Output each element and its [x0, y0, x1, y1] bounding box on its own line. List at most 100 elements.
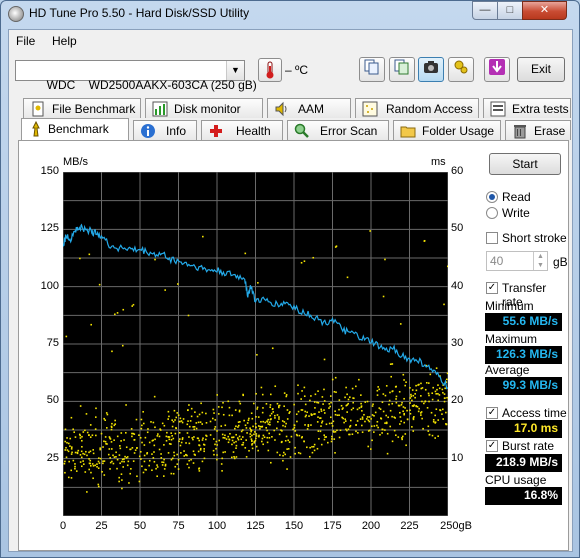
access-time-point — [114, 419, 116, 422]
access-time-checkbox[interactable]: ✓ — [486, 407, 498, 419]
access-time-point — [80, 450, 83, 453]
access-time-point — [335, 391, 337, 394]
x-tick-label: 225 — [400, 520, 419, 532]
access-time-point — [443, 400, 446, 403]
access-time-point — [334, 413, 337, 416]
access-time-point — [72, 459, 75, 462]
options-icon[interactable] — [448, 57, 474, 82]
access-time-point — [443, 303, 445, 306]
tab-aam[interactable]: AAM — [267, 98, 351, 118]
menu-help[interactable]: Help — [52, 34, 77, 48]
access-time-point — [198, 439, 201, 442]
access-time-point — [178, 432, 181, 434]
access-time-point — [148, 464, 150, 467]
access-time-point — [281, 420, 284, 422]
access-time-point — [312, 445, 315, 448]
copy-icon[interactable] — [359, 57, 385, 82]
access-time-point — [172, 437, 175, 440]
transfer-rate-checkbox[interactable]: ✓ — [486, 282, 498, 294]
access-time-point — [409, 409, 411, 412]
access-time-point — [235, 447, 237, 449]
access-time-point — [256, 353, 258, 356]
access-time-point — [298, 434, 301, 437]
access-time-point — [214, 426, 217, 428]
access-time-point — [402, 410, 404, 413]
access-time-point — [438, 394, 441, 396]
tab-health[interactable]: Health — [201, 120, 283, 140]
access-time-point — [357, 432, 359, 434]
title-bar[interactable]: HD Tune Pro 5.50 - Hard Disk/SSD Utility… — [1, 1, 579, 27]
access-time-point — [231, 443, 233, 446]
access-time-point — [286, 468, 288, 470]
access-time-point — [327, 441, 329, 444]
tab-folder-usage[interactable]: Folder Usage — [393, 120, 501, 140]
access-time-point — [415, 405, 417, 407]
access-time-point — [142, 410, 144, 413]
tab-disk-monitor[interactable]: Disk monitor — [145, 98, 263, 118]
tab-erase[interactable]: Erase — [505, 120, 571, 140]
access-time-point — [180, 441, 183, 444]
access-time-point — [154, 426, 156, 429]
average-label: Average — [485, 363, 530, 377]
access-time-point — [344, 418, 347, 421]
access-time-point — [205, 435, 208, 437]
minimize-button[interactable]: — — [472, 1, 498, 20]
copy-all-icon[interactable] — [389, 57, 415, 82]
access-time-point — [123, 460, 125, 463]
access-time-point — [140, 418, 143, 421]
access-time-point — [294, 452, 296, 455]
tab-extra-tests[interactable]: Extra tests — [483, 98, 571, 118]
short-stroke-input[interactable]: 40 ▲ ▼ — [486, 251, 548, 271]
menu-file[interactable]: File — [16, 34, 35, 48]
access-time-point — [401, 435, 404, 438]
tab-file-benchmark[interactable]: File Benchmark — [23, 98, 141, 118]
access-time-point — [78, 433, 81, 436]
access-time-point — [201, 439, 204, 441]
close-button[interactable]: ✕ — [522, 1, 567, 20]
access-time-point — [262, 443, 264, 446]
access-time-point — [98, 462, 101, 464]
access-time-point — [131, 432, 133, 435]
access-time-point — [442, 391, 444, 394]
access-time-point — [74, 465, 76, 468]
screenshot-icon[interactable] — [418, 57, 444, 82]
access-time-point — [120, 473, 123, 475]
tab-benchmark[interactable]: Benchmark — [21, 118, 129, 141]
average-value: 99.3 MB/s — [485, 377, 562, 395]
access-time-point — [168, 438, 171, 441]
access-time-point — [220, 425, 223, 427]
burst-rate-checkbox[interactable]: ✓ — [486, 440, 498, 452]
access-time-point — [110, 441, 113, 443]
read-radio[interactable] — [486, 191, 498, 203]
access-time-point — [399, 323, 402, 325]
short-stroke-checkbox[interactable] — [486, 232, 498, 244]
access-time-point — [277, 421, 279, 423]
access-time-point — [106, 413, 109, 416]
access-time-point — [389, 425, 392, 428]
access-time-point — [274, 417, 276, 419]
write-radio[interactable] — [486, 207, 498, 219]
access-time-point — [286, 448, 288, 450]
start-button[interactable]: Start — [489, 153, 561, 175]
access-time-point — [248, 449, 250, 452]
drive-select[interactable]: WDC WD2500AAKX-603CA (250 gB) ▼ — [15, 60, 257, 92]
tab-info[interactable]: Info — [133, 120, 197, 140]
access-time-point — [164, 289, 166, 291]
access-time-point — [270, 418, 272, 420]
chevron-down-icon[interactable]: ▼ — [226, 61, 244, 80]
access-time-point — [98, 283, 101, 286]
access-time-point — [175, 427, 177, 429]
disk-app-icon — [8, 6, 24, 22]
spin-arrows-icon[interactable]: ▲ ▼ — [533, 252, 547, 270]
save-icon[interactable] — [484, 57, 510, 82]
access-time-point — [157, 433, 159, 435]
tab-random-access[interactable]: Random Access — [355, 98, 479, 118]
tab-error-scan[interactable]: Error Scan — [287, 120, 389, 140]
access-time-point — [167, 452, 170, 454]
access-time-point — [116, 458, 119, 461]
access-time-point — [400, 420, 402, 423]
maximize-button[interactable]: □ — [497, 1, 523, 20]
access-time-point — [356, 408, 359, 411]
access-time-point — [437, 399, 439, 402]
exit-button[interactable]: Exit — [517, 57, 565, 82]
